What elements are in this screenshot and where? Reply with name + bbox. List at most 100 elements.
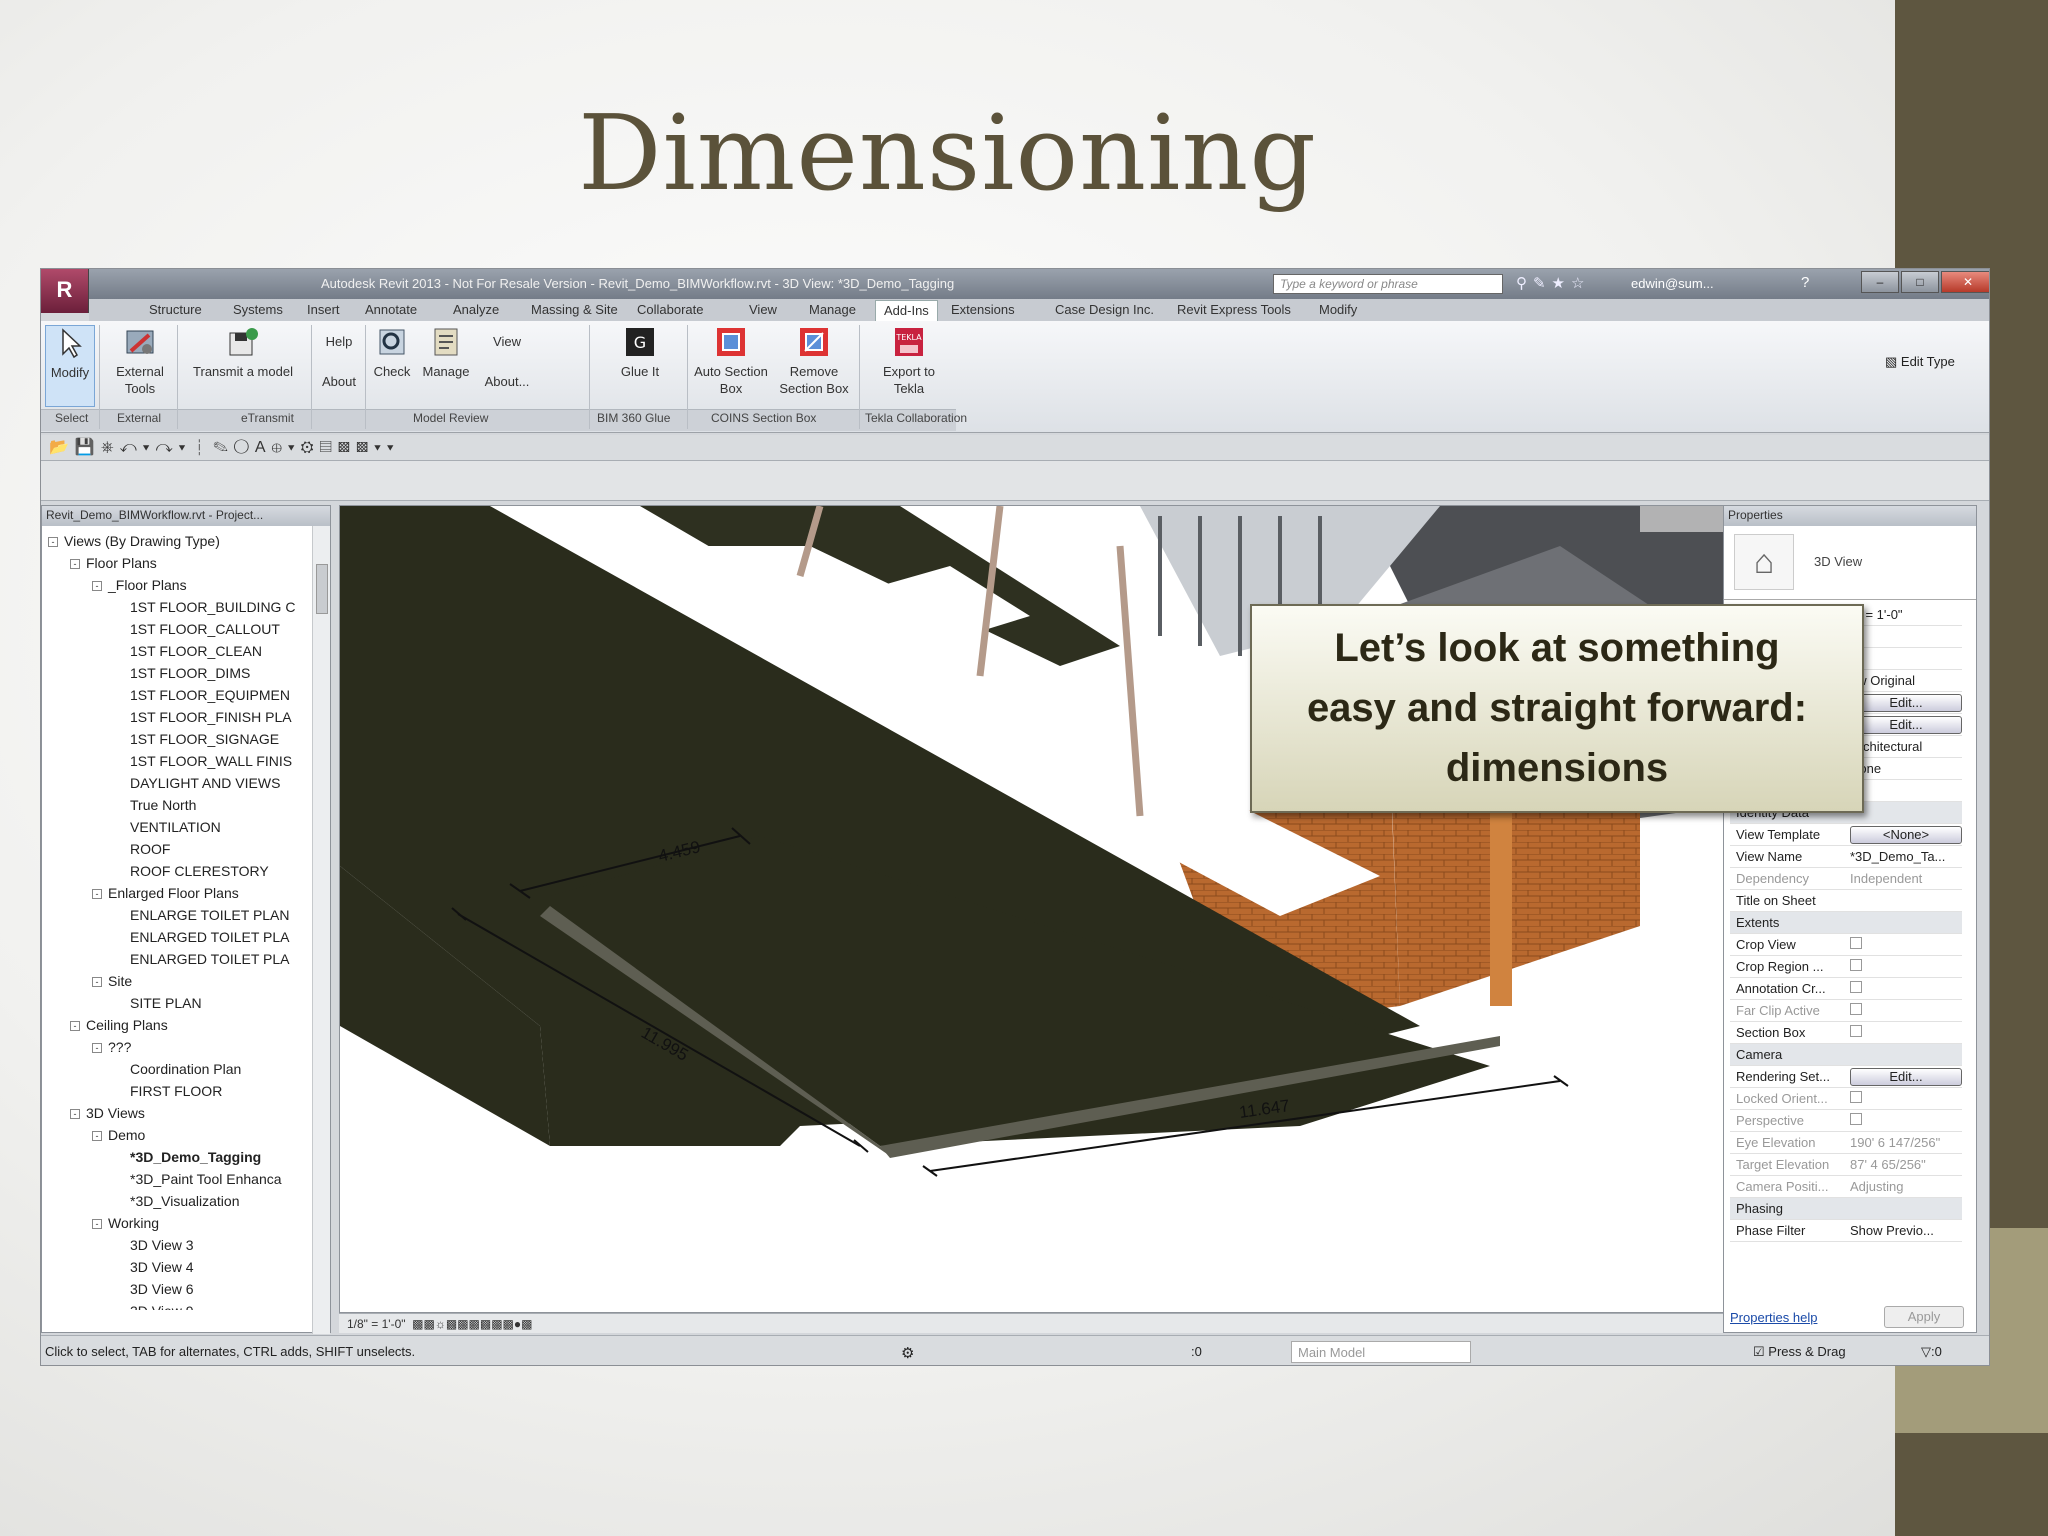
tab-collaborate[interactable]: Collaborate: [637, 302, 704, 317]
tree-item[interactable]: 3D View 3: [48, 1234, 306, 1256]
collapse-toggle-icon[interactable]: -: [70, 1109, 80, 1120]
application-menu-button[interactable]: R: [41, 269, 89, 313]
check-button[interactable]: Check: [371, 325, 413, 380]
help-icon[interactable]: ?: [1801, 274, 1809, 291]
property-edit-button[interactable]: <None>: [1850, 826, 1962, 844]
view-control-bar[interactable]: 1/8" = 1'-0" ▩▩☼▩▩▩▩▩▩●▩: [339, 1313, 1725, 1333]
tree-item[interactable]: 1ST FLOOR_WALL FINIS: [48, 750, 306, 772]
view-controls[interactable]: [1640, 506, 1725, 532]
property-row[interactable]: Crop Region ...: [1730, 956, 1962, 978]
property-checkbox[interactable]: [1850, 959, 1862, 971]
manage-button[interactable]: Manage: [417, 325, 475, 380]
view-button[interactable]: View: [479, 333, 535, 350]
search-input[interactable]: Type a keyword or phrase: [1273, 274, 1503, 294]
tree-item[interactable]: - Ceiling Plans: [48, 1014, 306, 1036]
property-row[interactable]: View Name *3D_Demo_Ta...: [1730, 846, 1962, 868]
help-button[interactable]: Help: [319, 333, 359, 350]
collapse-toggle-icon[interactable]: -: [92, 977, 102, 988]
collapse-toggle-icon[interactable]: -: [92, 1219, 102, 1230]
tab-add-ins[interactable]: Add-Ins: [875, 300, 938, 321]
tree-item[interactable]: 1ST FLOOR_CLEAN: [48, 640, 306, 662]
worksets-icon[interactable]: ⚙: [901, 1344, 914, 1362]
tree-item[interactable]: ENLARGED TOILET PLA: [48, 948, 306, 970]
tree-item[interactable]: - Floor Plans: [48, 552, 306, 574]
minimize-button[interactable]: –: [1861, 271, 1899, 293]
model-selector[interactable]: Main Model: [1291, 1341, 1471, 1363]
tree-item[interactable]: 3D View 6: [48, 1278, 306, 1300]
external-tools-button[interactable]: External Tools: [111, 325, 169, 397]
tree-item[interactable]: -???: [48, 1036, 306, 1058]
property-group-header[interactable]: Phasing: [1730, 1198, 1962, 1220]
property-row[interactable]: Locked Orient...: [1730, 1088, 1962, 1110]
modify-button[interactable]: Modify: [45, 325, 95, 407]
collapse-toggle-icon[interactable]: -: [92, 581, 102, 592]
tree-item[interactable]: -3D Views: [48, 1102, 306, 1124]
tree-item[interactable]: *3D_Visualization: [48, 1190, 306, 1212]
tree-item[interactable]: 1ST FLOOR_FINISH PLA: [48, 706, 306, 728]
property-checkbox[interactable]: [1850, 1091, 1862, 1103]
tab-insert[interactable]: Insert: [307, 302, 340, 317]
collapse-toggle-icon[interactable]: -: [70, 1021, 80, 1032]
property-edit-button[interactable]: Edit...: [1850, 694, 1962, 712]
tree-item[interactable]: - Enlarged Floor Plans: [48, 882, 306, 904]
tab-massing-site[interactable]: Massing & Site: [531, 302, 618, 317]
tree-item[interactable]: 1ST FLOOR_DIMS: [48, 662, 306, 684]
tree-item[interactable]: 3D View 9: [48, 1300, 306, 1310]
property-group-header[interactable]: Camera: [1730, 1044, 1962, 1066]
tree-item[interactable]: DAYLIGHT AND VIEWS: [48, 772, 306, 794]
tab-case-design-inc-[interactable]: Case Design Inc.: [1055, 302, 1154, 317]
tab-annotate[interactable]: Annotate: [365, 302, 417, 317]
collapse-toggle-icon[interactable]: -: [48, 537, 58, 548]
tree-item[interactable]: ROOF: [48, 838, 306, 860]
property-checkbox[interactable]: [1850, 1025, 1862, 1037]
property-row[interactable]: Title on Sheet: [1730, 890, 1962, 912]
tree-item[interactable]: - _Floor Plans: [48, 574, 306, 596]
tree-item[interactable]: VENTILATION: [48, 816, 306, 838]
tree-item[interactable]: - Site: [48, 970, 306, 992]
tab-manage[interactable]: Manage: [809, 302, 856, 317]
filter-count[interactable]: ▽:0: [1921, 1344, 1942, 1360]
about-button[interactable]: About: [319, 373, 359, 390]
tab-structure[interactable]: Structure: [149, 302, 202, 317]
apply-button[interactable]: Apply: [1884, 1306, 1964, 1328]
tab-systems[interactable]: Systems: [233, 302, 283, 317]
property-checkbox[interactable]: [1850, 1113, 1862, 1125]
tab-view[interactable]: View: [749, 302, 777, 317]
transmit-model-button[interactable]: Transmit a model: [183, 325, 303, 380]
collapse-toggle-icon[interactable]: -: [92, 889, 102, 900]
property-row[interactable]: Section Box: [1730, 1022, 1962, 1044]
tree-item[interactable]: 1ST FLOOR_CALLOUT: [48, 618, 306, 640]
tree-item[interactable]: - Demo: [48, 1124, 306, 1146]
tree-item[interactable]: - Working: [48, 1212, 306, 1234]
tree-item[interactable]: Coordination Plan: [48, 1058, 306, 1080]
properties-help-link[interactable]: Properties help: [1730, 1310, 1817, 1325]
about-review-button[interactable]: About...: [479, 373, 535, 390]
property-row[interactable]: Rendering Set... Edit...: [1730, 1066, 1962, 1088]
property-row[interactable]: Dependency Independent: [1730, 868, 1962, 890]
tree-item[interactable]: ENLARGED TOILET PLA: [48, 926, 306, 948]
tab-analyze[interactable]: Analyze: [453, 302, 499, 317]
tree-item[interactable]: SITE PLAN: [48, 992, 306, 1014]
property-row[interactable]: View Template <None>: [1730, 824, 1962, 846]
glue-it-button[interactable]: G Glue It: [597, 325, 683, 380]
tree-item[interactable]: 1ST FLOOR_SIGNAGE: [48, 728, 306, 750]
edit-type-button[interactable]: ▧ Edit Type: [1885, 354, 1955, 370]
tree-item[interactable]: 1ST FLOOR_BUILDING C: [48, 596, 306, 618]
user-account[interactable]: edwin@sum...: [1631, 276, 1714, 291]
type-selector[interactable]: ⌂ 3D View: [1724, 526, 1976, 600]
tree-item[interactable]: True North: [48, 794, 306, 816]
close-button[interactable]: ✕: [1941, 271, 1989, 293]
tree-item[interactable]: ENLARGE TOILET PLAN: [48, 904, 306, 926]
tree-item[interactable]: FIRST FLOOR: [48, 1080, 306, 1102]
property-checkbox[interactable]: [1850, 1003, 1862, 1015]
tree-item[interactable]: - Views (By Drawing Type): [48, 530, 306, 552]
collapse-toggle-icon[interactable]: -: [70, 559, 80, 570]
scrollbar-thumb[interactable]: [316, 564, 328, 614]
collapse-toggle-icon[interactable]: -: [92, 1131, 102, 1142]
view-scale[interactable]: 1/8" = 1'-0": [347, 1317, 406, 1331]
browser-scrollbar[interactable]: [312, 526, 330, 1334]
remove-section-box-button[interactable]: Remove Section Box: [773, 325, 855, 397]
infocenter-icons[interactable]: ⚲✎★☆: [1516, 274, 1590, 292]
tree-item[interactable]: ROOF CLERESTORY: [48, 860, 306, 882]
property-checkbox[interactable]: [1850, 981, 1862, 993]
